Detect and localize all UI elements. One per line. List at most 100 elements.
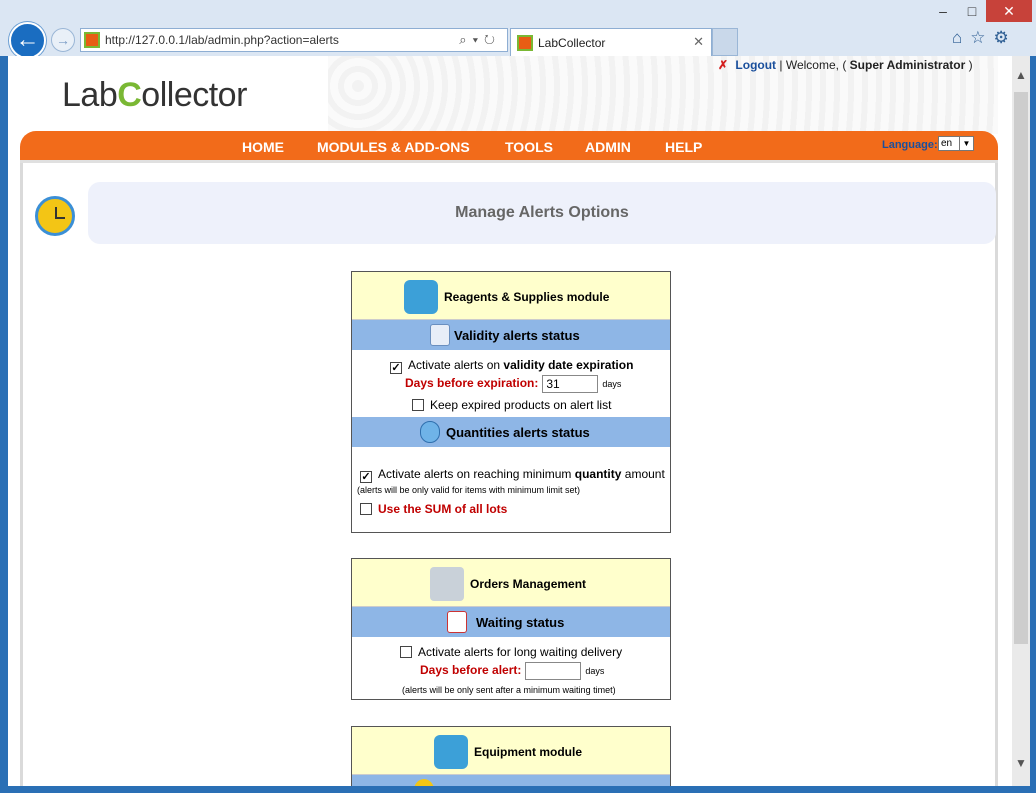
sum-lots-checkbox[interactable] bbox=[360, 503, 372, 515]
scrollbar-thumb[interactable] bbox=[1014, 92, 1028, 644]
quantity-activate-label: Activate alerts on reaching minimum bbox=[378, 467, 572, 481]
arrow-right-icon: → bbox=[56, 32, 70, 48]
menu-tools[interactable]: TOOLS bbox=[505, 139, 553, 155]
menu-help[interactable]: HELP bbox=[665, 139, 702, 155]
menu-home[interactable]: HOME bbox=[242, 139, 284, 155]
waiting-status-title: Waiting status bbox=[476, 615, 565, 630]
validity-activate-bold: validity date expiration bbox=[503, 358, 634, 372]
settings-gear-icon[interactable]: ⚙ bbox=[994, 28, 1017, 47]
tab-favicon-icon bbox=[517, 35, 533, 51]
validity-alerts-title: Validity alerts status bbox=[454, 328, 580, 343]
alarm-clock-icon bbox=[35, 196, 75, 236]
welcome-text: | Welcome, ( bbox=[779, 58, 847, 72]
labcollector-logo[interactable]: LabCollector bbox=[62, 76, 247, 115]
logo-text-ollector: ollector bbox=[141, 76, 247, 114]
new-tab-button[interactable] bbox=[712, 28, 738, 56]
calendar-icon bbox=[430, 324, 450, 346]
browser-toolbar: ⌂☆⚙ bbox=[952, 28, 1017, 48]
validity-activate-checkbox[interactable]: ✓ bbox=[390, 362, 402, 374]
welcome-end: ) bbox=[968, 58, 973, 72]
user-name: Super Administrator bbox=[849, 58, 966, 72]
address-controls[interactable]: ⌕▾↻ bbox=[459, 32, 501, 48]
days-before-alert-row: Days before alert: days bbox=[420, 662, 604, 680]
calendar-warning-icon bbox=[447, 611, 467, 633]
back-button[interactable]: ← bbox=[9, 22, 46, 59]
shopping-cart-icon bbox=[430, 567, 464, 601]
scroll-down-icon[interactable]: ▼ bbox=[1015, 756, 1027, 770]
quantity-activate-bold: quantity bbox=[574, 467, 622, 481]
reagents-module-icon bbox=[404, 280, 438, 314]
reagents-module-title: Reagents & Supplies module bbox=[444, 290, 610, 304]
validity-activate-row: ✓ Activate alerts on validity date expira… bbox=[390, 358, 633, 374]
orders-panel: Orders Management Waiting status Activat… bbox=[351, 558, 671, 700]
days-before-expiration-row: Days before expiration: 31 days bbox=[405, 375, 621, 393]
days-before-alert-input[interactable] bbox=[525, 662, 582, 680]
logout-icon[interactable]: ✗ bbox=[718, 58, 728, 72]
dropdown-icon[interactable]: ▾ bbox=[473, 32, 484, 47]
logout-link[interactable]: Logout bbox=[735, 58, 776, 72]
days-unit-orders: days bbox=[585, 666, 605, 677]
favorites-star-icon[interactable]: ☆ bbox=[970, 28, 993, 47]
keep-expired-row: Keep expired products on alert list bbox=[412, 398, 611, 412]
sum-lots-label: Use the SUM of all lots bbox=[378, 502, 508, 516]
page-title-box: Manage Alerts Options bbox=[88, 182, 996, 244]
orders-module-title: Orders Management bbox=[470, 577, 587, 591]
sum-lots-row: Use the SUM of all lots bbox=[360, 502, 507, 516]
logo-text-lab: Lab bbox=[62, 76, 118, 114]
menu-admin[interactable]: ADMIN bbox=[585, 139, 631, 155]
days-before-expiration-input[interactable]: 31 bbox=[542, 375, 599, 393]
browser-chrome: ← → http://127.0.0.1/lab/admin.php?actio… bbox=[0, 0, 1036, 59]
site-favicon-icon bbox=[84, 32, 100, 48]
equipment-panel: Equipment module bbox=[351, 726, 671, 786]
quantity-activate-row: ✓ Activate alerts on reaching minimum qua… bbox=[360, 467, 665, 483]
quantity-activate-suffix: amount bbox=[624, 467, 665, 481]
window-maximize-button[interactable]: □ bbox=[958, 0, 986, 22]
forward-button[interactable]: → bbox=[51, 28, 75, 52]
validity-alerts-header: Validity alerts status bbox=[352, 320, 670, 350]
page-title: Manage Alerts Options bbox=[455, 204, 629, 221]
equipment-alert-icon bbox=[414, 779, 434, 786]
days-unit: days bbox=[602, 379, 622, 390]
tab-close-icon[interactable]: ✕ bbox=[693, 34, 704, 50]
search-icon[interactable]: ⌕ bbox=[459, 32, 472, 47]
address-bar[interactable]: http://127.0.0.1/lab/admin.php?action=al… bbox=[80, 28, 508, 52]
quantity-bottle-icon bbox=[420, 421, 440, 443]
tab-title[interactable]: LabCollector bbox=[538, 36, 605, 50]
days-before-expiration-label: Days before expiration: bbox=[405, 376, 539, 391]
page-viewport: LabCollector ✗ Logout | Welcome, ( Super… bbox=[8, 56, 1012, 786]
refresh-icon[interactable]: ↻ bbox=[484, 32, 501, 47]
menu-modules-addons[interactable]: MODULES & ADD-ONS bbox=[317, 139, 470, 155]
orders-note: (alerts will be only sent after a minimu… bbox=[402, 685, 616, 695]
language-select[interactable]: en ▼ bbox=[938, 136, 974, 151]
reagents-panel-header: Reagents & Supplies module bbox=[352, 272, 670, 320]
language-label: Language: bbox=[882, 139, 938, 151]
waiting-status-header: Waiting status bbox=[352, 607, 670, 637]
main-menu: HOME MODULES & ADD-ONS TOOLS ADMIN HELP … bbox=[20, 131, 998, 163]
keep-expired-label: Keep expired products on alert list bbox=[430, 398, 612, 412]
scroll-up-icon[interactable]: ▲ bbox=[1015, 68, 1027, 82]
home-icon[interactable]: ⌂ bbox=[952, 28, 970, 47]
arrow-left-icon: ← bbox=[15, 26, 40, 53]
quantities-alerts-header: Quantities alerts status bbox=[352, 417, 670, 447]
waiting-activate-checkbox[interactable] bbox=[400, 646, 412, 658]
vertical-scrollbar[interactable]: ▲ ▼ bbox=[1012, 56, 1030, 786]
monitor-icon bbox=[434, 735, 468, 769]
browser-tab[interactable]: LabCollector ✕ bbox=[510, 28, 712, 56]
validity-activate-label: Activate alerts on bbox=[408, 358, 501, 372]
logo-text-c: C bbox=[117, 76, 142, 114]
keep-expired-checkbox[interactable] bbox=[412, 399, 424, 411]
window-close-button[interactable]: ✕ bbox=[986, 0, 1032, 22]
quantities-alerts-title: Quantities alerts status bbox=[446, 425, 590, 440]
quantity-activate-checkbox[interactable]: ✓ bbox=[360, 471, 372, 483]
user-bar: ✗ Logout | Welcome, ( Super Administrato… bbox=[718, 58, 973, 72]
chevron-down-icon[interactable]: ▼ bbox=[959, 137, 973, 150]
equipment-sub-header bbox=[352, 775, 670, 786]
language-value: en bbox=[941, 138, 953, 149]
waiting-activate-row: Activate alerts for long waiting deliver… bbox=[400, 645, 622, 659]
orders-panel-header: Orders Management bbox=[352, 559, 670, 607]
waiting-activate-label: Activate alerts for long waiting deliver… bbox=[418, 645, 623, 659]
days-before-alert-label: Days before alert: bbox=[420, 663, 522, 678]
address-url[interactable]: http://127.0.0.1/lab/admin.php?action=al… bbox=[105, 33, 339, 47]
equipment-module-title: Equipment module bbox=[474, 745, 582, 759]
window-minimize-button[interactable]: – bbox=[928, 0, 958, 22]
